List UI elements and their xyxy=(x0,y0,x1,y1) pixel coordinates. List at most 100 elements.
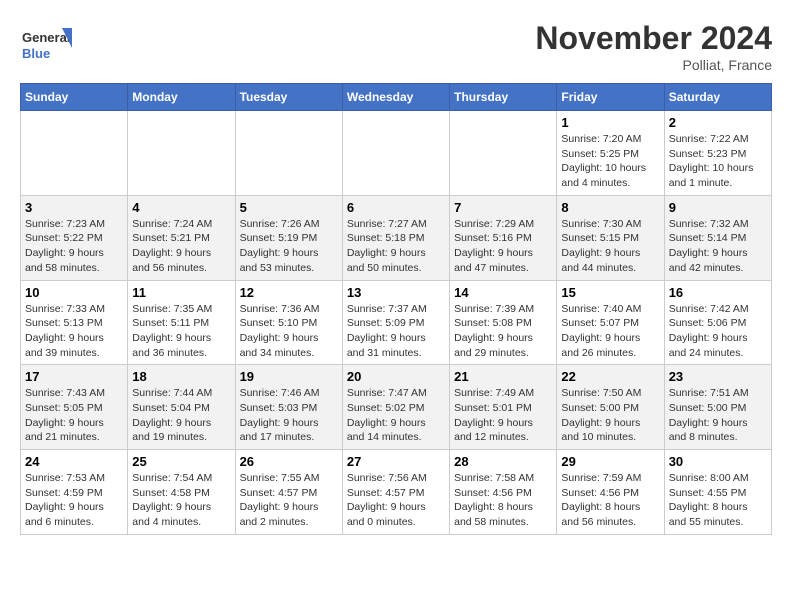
day-number: 4 xyxy=(132,200,230,215)
day-cell: 25 Sunrise: 7:54 AM Sunset: 4:58 PM Dayli… xyxy=(128,450,235,535)
day-number: 22 xyxy=(561,369,659,384)
day-info: Sunrise: 7:26 AM Sunset: 5:19 PM Dayligh… xyxy=(240,217,338,276)
day-number: 13 xyxy=(347,285,445,300)
day-info: Sunrise: 7:42 AM Sunset: 5:06 PM Dayligh… xyxy=(669,302,767,361)
day-info: Sunrise: 7:27 AM Sunset: 5:18 PM Dayligh… xyxy=(347,217,445,276)
day-cell: 28 Sunrise: 7:58 AM Sunset: 4:56 PM Dayli… xyxy=(450,450,557,535)
day-cell: 18 Sunrise: 7:44 AM Sunset: 5:04 PM Dayli… xyxy=(128,365,235,450)
day-number: 14 xyxy=(454,285,552,300)
header-row: SundayMondayTuesdayWednesdayThursdayFrid… xyxy=(21,84,772,111)
day-info: Sunrise: 7:33 AM Sunset: 5:13 PM Dayligh… xyxy=(25,302,123,361)
day-info: Sunrise: 7:47 AM Sunset: 5:02 PM Dayligh… xyxy=(347,386,445,445)
calendar-table: SundayMondayTuesdayWednesdayThursdayFrid… xyxy=(20,83,772,535)
day-cell xyxy=(450,111,557,196)
day-cell: 21Sunrise: 7:49 AM Sunset: 5:01 PM Dayli… xyxy=(450,365,557,450)
day-cell: 12 Sunrise: 7:36 AM Sunset: 5:10 PM Dayli… xyxy=(235,280,342,365)
day-number: 1 xyxy=(561,115,659,130)
day-cell: 16 Sunrise: 7:42 AM Sunset: 5:06 PM Dayli… xyxy=(664,280,771,365)
day-info: Sunrise: 7:20 AM Sunset: 5:25 PM Dayligh… xyxy=(561,132,659,191)
day-info: Sunrise: 7:56 AM Sunset: 4:57 PM Dayligh… xyxy=(347,471,445,530)
day-number: 27 xyxy=(347,454,445,469)
day-cell xyxy=(235,111,342,196)
day-header-thursday: Thursday xyxy=(450,84,557,111)
svg-text:Blue: Blue xyxy=(22,46,50,61)
day-cell: 23Sunrise: 7:51 AM Sunset: 5:00 PM Dayli… xyxy=(664,365,771,450)
week-row-1: 1 Sunrise: 7:20 AM Sunset: 5:25 PM Daylig… xyxy=(21,111,772,196)
day-info: Sunrise: 7:40 AM Sunset: 5:07 PM Dayligh… xyxy=(561,302,659,361)
day-number: 28 xyxy=(454,454,552,469)
day-info: Sunrise: 7:30 AM Sunset: 5:15 PM Dayligh… xyxy=(561,217,659,276)
day-info: Sunrise: 7:24 AM Sunset: 5:21 PM Dayligh… xyxy=(132,217,230,276)
day-number: 3 xyxy=(25,200,123,215)
location: Polliat, France xyxy=(535,57,772,73)
day-cell: 4 Sunrise: 7:24 AM Sunset: 5:21 PM Daylig… xyxy=(128,195,235,280)
day-info: Sunrise: 7:32 AM Sunset: 5:14 PM Dayligh… xyxy=(669,217,767,276)
day-info: Sunrise: 7:55 AM Sunset: 4:57 PM Dayligh… xyxy=(240,471,338,530)
day-cell: 30 Sunrise: 8:00 AM Sunset: 4:55 PM Dayli… xyxy=(664,450,771,535)
logo-svg: General Blue xyxy=(20,20,72,72)
day-info: Sunrise: 7:36 AM Sunset: 5:10 PM Dayligh… xyxy=(240,302,338,361)
day-cell: 15 Sunrise: 7:40 AM Sunset: 5:07 PM Dayli… xyxy=(557,280,664,365)
day-cell: 26 Sunrise: 7:55 AM Sunset: 4:57 PM Dayli… xyxy=(235,450,342,535)
day-cell: 27 Sunrise: 7:56 AM Sunset: 4:57 PM Dayli… xyxy=(342,450,449,535)
day-info: Sunrise: 7:39 AM Sunset: 5:08 PM Dayligh… xyxy=(454,302,552,361)
day-info: Sunrise: 7:53 AM Sunset: 4:59 PM Dayligh… xyxy=(25,471,123,530)
day-cell: 24Sunrise: 7:53 AM Sunset: 4:59 PM Dayli… xyxy=(21,450,128,535)
day-cell: 13 Sunrise: 7:37 AM Sunset: 5:09 PM Dayli… xyxy=(342,280,449,365)
day-cell: 9 Sunrise: 7:32 AM Sunset: 5:14 PM Daylig… xyxy=(664,195,771,280)
day-number: 20 xyxy=(347,369,445,384)
day-header-saturday: Saturday xyxy=(664,84,771,111)
day-cell: 2Sunrise: 7:22 AM Sunset: 5:23 PM Daylig… xyxy=(664,111,771,196)
day-info: Sunrise: 7:58 AM Sunset: 4:56 PM Dayligh… xyxy=(454,471,552,530)
week-row-5: 24Sunrise: 7:53 AM Sunset: 4:59 PM Dayli… xyxy=(21,450,772,535)
day-info: Sunrise: 7:23 AM Sunset: 5:22 PM Dayligh… xyxy=(25,217,123,276)
day-number: 25 xyxy=(132,454,230,469)
day-info: Sunrise: 7:49 AM Sunset: 5:01 PM Dayligh… xyxy=(454,386,552,445)
day-cell: 5 Sunrise: 7:26 AM Sunset: 5:19 PM Daylig… xyxy=(235,195,342,280)
day-cell: 8 Sunrise: 7:30 AM Sunset: 5:15 PM Daylig… xyxy=(557,195,664,280)
day-header-friday: Friday xyxy=(557,84,664,111)
day-info: Sunrise: 7:37 AM Sunset: 5:09 PM Dayligh… xyxy=(347,302,445,361)
day-cell: 29Sunrise: 7:59 AM Sunset: 4:56 PM Dayli… xyxy=(557,450,664,535)
day-number: 16 xyxy=(669,285,767,300)
day-cell: 17Sunrise: 7:43 AM Sunset: 5:05 PM Dayli… xyxy=(21,365,128,450)
day-number: 7 xyxy=(454,200,552,215)
week-row-3: 10 Sunrise: 7:33 AM Sunset: 5:13 PM Dayli… xyxy=(21,280,772,365)
day-number: 15 xyxy=(561,285,659,300)
week-row-4: 17Sunrise: 7:43 AM Sunset: 5:05 PM Dayli… xyxy=(21,365,772,450)
page-header: General Blue November 2024 Polliat, Fran… xyxy=(20,20,772,73)
day-cell: 11Sunrise: 7:35 AM Sunset: 5:11 PM Dayli… xyxy=(128,280,235,365)
day-header-monday: Monday xyxy=(128,84,235,111)
day-cell: 19 Sunrise: 7:46 AM Sunset: 5:03 PM Dayli… xyxy=(235,365,342,450)
day-number: 30 xyxy=(669,454,767,469)
day-number: 26 xyxy=(240,454,338,469)
day-info: Sunrise: 7:46 AM Sunset: 5:03 PM Dayligh… xyxy=(240,386,338,445)
day-number: 5 xyxy=(240,200,338,215)
day-header-wednesday: Wednesday xyxy=(342,84,449,111)
day-number: 18 xyxy=(132,369,230,384)
day-info: Sunrise: 7:29 AM Sunset: 5:16 PM Dayligh… xyxy=(454,217,552,276)
title-block: November 2024 Polliat, France xyxy=(535,20,772,73)
day-info: Sunrise: 7:54 AM Sunset: 4:58 PM Dayligh… xyxy=(132,471,230,530)
day-cell: 7 Sunrise: 7:29 AM Sunset: 5:16 PM Daylig… xyxy=(450,195,557,280)
day-number: 11 xyxy=(132,285,230,300)
day-cell: 1 Sunrise: 7:20 AM Sunset: 5:25 PM Daylig… xyxy=(557,111,664,196)
logo: General Blue xyxy=(20,20,72,72)
day-cell: 22Sunrise: 7:50 AM Sunset: 5:00 PM Dayli… xyxy=(557,365,664,450)
day-number: 2 xyxy=(669,115,767,130)
day-cell: 10 Sunrise: 7:33 AM Sunset: 5:13 PM Dayli… xyxy=(21,280,128,365)
day-header-tuesday: Tuesday xyxy=(235,84,342,111)
svg-text:General: General xyxy=(22,30,70,45)
day-cell: 3 Sunrise: 7:23 AM Sunset: 5:22 PM Daylig… xyxy=(21,195,128,280)
day-number: 9 xyxy=(669,200,767,215)
month-title: November 2024 xyxy=(535,20,772,57)
day-number: 19 xyxy=(240,369,338,384)
day-number: 12 xyxy=(240,285,338,300)
day-info: Sunrise: 7:44 AM Sunset: 5:04 PM Dayligh… xyxy=(132,386,230,445)
day-header-sunday: Sunday xyxy=(21,84,128,111)
day-cell: 6Sunrise: 7:27 AM Sunset: 5:18 PM Daylig… xyxy=(342,195,449,280)
day-number: 10 xyxy=(25,285,123,300)
day-info: Sunrise: 8:00 AM Sunset: 4:55 PM Dayligh… xyxy=(669,471,767,530)
day-number: 8 xyxy=(561,200,659,215)
day-number: 29 xyxy=(561,454,659,469)
